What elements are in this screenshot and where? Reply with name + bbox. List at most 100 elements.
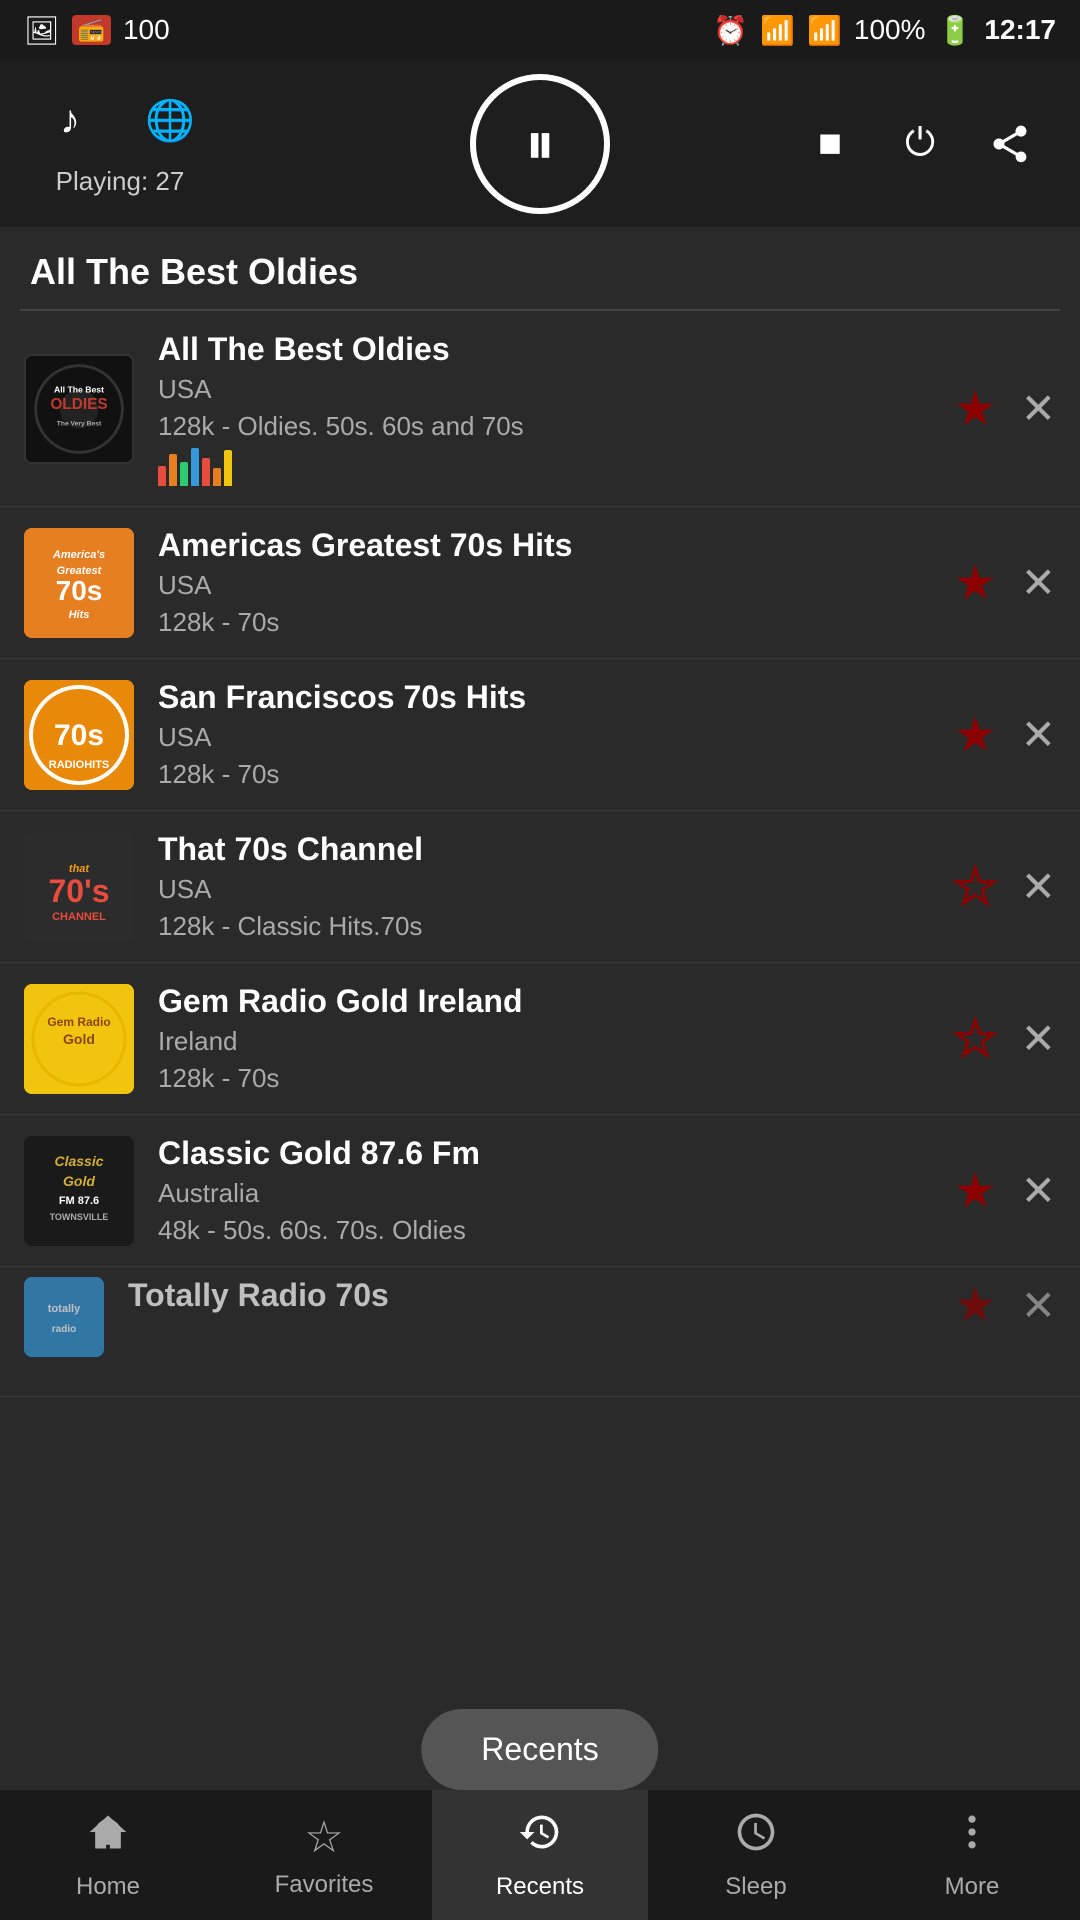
station-logo-5: Gem Radio Gold xyxy=(24,984,134,1094)
station-logo-4: that 70's CHANNEL xyxy=(24,832,134,942)
svg-text:radio: radio xyxy=(52,1324,76,1335)
player-header: ♪ 🌐 Playing: 27 ⏸ ■ ⏻ xyxy=(0,60,1080,227)
svg-text:70s: 70s xyxy=(54,719,104,752)
svg-text:Gold: Gold xyxy=(63,1031,95,1047)
station-country-6: Australia xyxy=(158,1178,954,1209)
station-item[interactable]: totally radio Totally Radio 70s ★ ✕ xyxy=(0,1267,1080,1397)
station-item[interactable]: that 70's CHANNEL That 70s Channel USA 1… xyxy=(0,811,1080,963)
remove-button-6[interactable]: ✕ xyxy=(1021,1166,1056,1215)
remove-button-5[interactable]: ✕ xyxy=(1021,1014,1056,1063)
station-name-4: That 70s Channel xyxy=(158,831,954,868)
station-logo-2: America's Greatest 70s Hits xyxy=(24,528,134,638)
battery-percent: 100% xyxy=(854,14,926,46)
station-name-2: Americas Greatest 70s Hits xyxy=(158,527,954,564)
station-info-4: That 70s Channel USA 128k - Classic Hits… xyxy=(158,831,954,942)
station-bitrate-4: 128k - Classic Hits.70s xyxy=(158,911,954,942)
favorites-icon: ☆ xyxy=(304,1812,343,1863)
remove-button-3[interactable]: ✕ xyxy=(1021,710,1056,759)
clock-display: 12:17 xyxy=(984,14,1056,46)
station-logo-1: All The Best OLDIES The Very Best xyxy=(24,354,134,464)
nav-item-more[interactable]: More xyxy=(864,1790,1080,1920)
station-country-2: USA xyxy=(158,570,954,601)
battery-icon: 🔋 xyxy=(938,14,973,47)
alarm-icon: ⏰ xyxy=(713,14,748,47)
svg-text:America's: America's xyxy=(52,549,105,561)
station-name-1: All The Best Oldies xyxy=(158,331,954,368)
remove-button-1[interactable]: ✕ xyxy=(1021,384,1056,433)
radio-icon: 📻 xyxy=(72,15,111,45)
svg-text:All The Best: All The Best xyxy=(54,384,104,394)
svg-text:totally: totally xyxy=(48,1303,81,1315)
remove-button-7[interactable]: ✕ xyxy=(1021,1281,1056,1330)
player-right-controls: ■ ⏻ xyxy=(800,114,1040,174)
recents-icon xyxy=(518,1810,562,1865)
sleep-icon xyxy=(734,1810,778,1865)
station-bitrate-6: 48k - 50s. 60s. 70s. Oldies xyxy=(158,1215,954,1246)
station-country-5: Ireland xyxy=(158,1026,954,1057)
power-button[interactable]: ⏻ xyxy=(890,114,950,174)
station-name-7: Totally Radio 70s xyxy=(128,1277,954,1314)
nav-item-favorites[interactable]: ☆ Favorites xyxy=(216,1790,432,1920)
sleep-label: Sleep xyxy=(725,1873,786,1901)
station-country-1: USA xyxy=(158,374,954,405)
station-actions-5: ★ ✕ xyxy=(954,1011,1056,1067)
remove-button-2[interactable]: ✕ xyxy=(1021,558,1056,607)
bottom-navigation: Home ☆ Favorites Recents Sleep More xyxy=(0,1790,1080,1920)
station-actions-6: ★ ✕ xyxy=(954,1163,1056,1219)
station-name-6: Classic Gold 87.6 Fm xyxy=(158,1135,954,1172)
favorite-button-6[interactable]: ★ xyxy=(954,1163,997,1219)
favorite-button-4[interactable]: ★ xyxy=(954,859,997,915)
nav-item-recents[interactable]: Recents xyxy=(432,1790,648,1920)
station-item[interactable]: Classic Gold FM 87.6 TOWNSVILLE Classic … xyxy=(0,1115,1080,1267)
remove-button-4[interactable]: ✕ xyxy=(1021,862,1056,911)
recents-tooltip: Recents xyxy=(421,1709,658,1790)
favorite-button-1[interactable]: ★ xyxy=(954,381,997,437)
home-label: Home xyxy=(76,1873,140,1901)
station-item[interactable]: 70s RADIOHITS San Franciscos 70s Hits US… xyxy=(0,659,1080,811)
pause-icon: ⏸ xyxy=(525,109,555,179)
favorite-button-7[interactable]: ★ xyxy=(954,1277,997,1333)
station-info-3: San Franciscos 70s Hits USA 128k - 70s xyxy=(158,679,954,790)
favorite-button-5[interactable]: ★ xyxy=(954,1011,997,1067)
favorites-label: Favorites xyxy=(275,1871,374,1899)
svg-text:70s: 70s xyxy=(56,575,103,606)
status-right: ⏰ 📶 📶 100% 🔋 12:17 xyxy=(713,14,1056,47)
station-actions-1: ★ ✕ xyxy=(954,381,1056,437)
svg-text:RADIOHITS: RADIOHITS xyxy=(49,759,110,771)
svg-text:CHANNEL: CHANNEL xyxy=(52,911,106,923)
station-name-3: San Franciscos 70s Hits xyxy=(158,679,954,716)
favorite-button-2[interactable]: ★ xyxy=(954,555,997,611)
share-button[interactable] xyxy=(980,114,1040,174)
station-item[interactable]: Gem Radio Gold Gem Radio Gold Ireland Ir… xyxy=(0,963,1080,1115)
station-actions-3: ★ ✕ xyxy=(954,707,1056,763)
playing-status: Playing: 27 xyxy=(56,166,185,197)
station-item[interactable]: America's Greatest 70s Hits Americas Gre… xyxy=(0,507,1080,659)
station-info-5: Gem Radio Gold Ireland Ireland 128k - 70… xyxy=(158,983,954,1094)
nav-item-home[interactable]: Home xyxy=(0,1790,216,1920)
more-label: More xyxy=(945,1873,1000,1901)
wifi-icon: 📶 xyxy=(760,14,795,47)
station-info-1: All The Best Oldies USA 128k - Oldies. 5… xyxy=(158,331,954,486)
station-actions-4: ★ ✕ xyxy=(954,859,1056,915)
nav-item-sleep[interactable]: Sleep xyxy=(648,1790,864,1920)
svg-text:OLDIES: OLDIES xyxy=(50,396,107,413)
svg-text:Gem Radio: Gem Radio xyxy=(47,1015,110,1029)
station-logo-3: 70s RADIOHITS xyxy=(24,680,134,790)
svg-text:TOWNSVILLE: TOWNSVILLE xyxy=(50,1212,109,1222)
music-note-icon[interactable]: ♪ xyxy=(40,90,100,150)
station-bitrate-3: 128k - 70s xyxy=(158,759,954,790)
stop-button[interactable]: ■ xyxy=(800,114,860,174)
globe-icon[interactable]: 🌐 xyxy=(140,90,200,150)
pause-button[interactable]: ⏸ xyxy=(470,74,610,214)
player-left-controls: ♪ 🌐 Playing: 27 xyxy=(40,90,200,197)
photo-icon: 🖼 xyxy=(24,14,60,47)
station-name-5: Gem Radio Gold Ireland xyxy=(158,983,954,1020)
favorite-button-3[interactable]: ★ xyxy=(954,707,997,763)
station-bitrate-2: 128k - 70s xyxy=(158,607,954,638)
more-icon xyxy=(950,1810,994,1865)
svg-text:Gold: Gold xyxy=(63,1173,95,1189)
status-bar: 🖼 📻 100 ⏰ 📶 📶 100% 🔋 12:17 xyxy=(0,0,1080,60)
signal-bars: 📶 xyxy=(807,14,842,47)
station-item[interactable]: All The Best OLDIES The Very Best All Th… xyxy=(0,311,1080,507)
svg-text:Classic: Classic xyxy=(54,1153,103,1169)
